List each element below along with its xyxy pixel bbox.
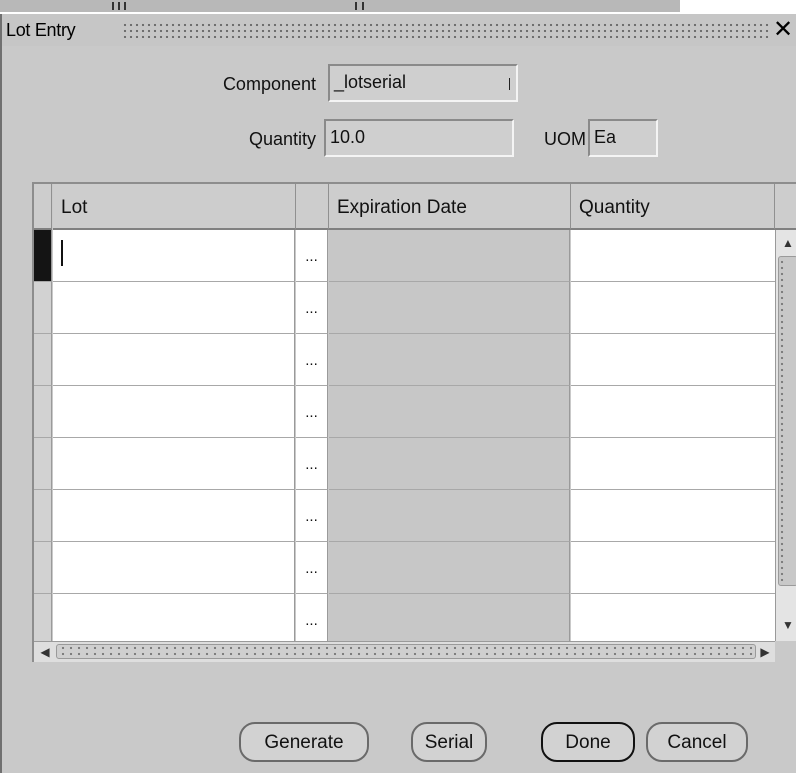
close-icon[interactable]: ✕: [773, 16, 793, 44]
row-selector[interactable]: [34, 490, 52, 542]
lot-cell[interactable]: [53, 438, 295, 490]
lot-cell[interactable]: [53, 334, 295, 386]
background-tick: [355, 2, 357, 10]
component-field[interactable]: _lotserial: [328, 64, 518, 102]
expiration-date-cell: [329, 490, 570, 542]
vertical-scroll-thumb[interactable]: [778, 256, 796, 586]
row-selector[interactable]: [34, 282, 52, 334]
row-selector[interactable]: [34, 386, 52, 438]
generate-button[interactable]: Generate: [239, 722, 369, 762]
vertical-scrollbar[interactable]: ▲ ▼: [775, 230, 796, 641]
quantity-cell[interactable]: [571, 282, 775, 334]
quantity-cell[interactable]: [571, 230, 775, 282]
column-header-lot[interactable]: Lot: [53, 184, 296, 230]
quantity-cell[interactable]: [571, 386, 775, 438]
done-button[interactable]: Done: [541, 722, 635, 762]
expiration-date-cell: [329, 594, 570, 643]
scroll-down-icon[interactable]: ▼: [778, 616, 796, 634]
expiration-date-cell: [329, 542, 570, 594]
title-drag-grip[interactable]: [122, 22, 772, 38]
lot-cell[interactable]: [53, 542, 295, 594]
table-row[interactable]: ...: [34, 438, 796, 490]
expiration-date-cell: [329, 282, 570, 334]
lot-cell[interactable]: [53, 490, 295, 542]
quantity-cell[interactable]: [571, 334, 775, 386]
header-row-selector: [34, 184, 52, 230]
text-cursor: [61, 240, 63, 266]
background-tick: [118, 2, 120, 10]
scroll-up-icon[interactable]: ▲: [778, 234, 796, 252]
row-selector[interactable]: [34, 334, 52, 386]
lot-lov-button[interactable]: ...: [296, 282, 328, 334]
lot-grid: Lot Expiration Date Quantity ...........…: [32, 182, 796, 662]
lot-lov-button[interactable]: ...: [296, 230, 328, 282]
table-row[interactable]: ...: [34, 230, 796, 282]
lot-cell[interactable]: [53, 594, 295, 643]
expiration-date-cell: [329, 438, 570, 490]
horizontal-scroll-thumb[interactable]: [56, 644, 756, 659]
row-selector[interactable]: [34, 438, 52, 490]
lot-lov-button[interactable]: ...: [296, 334, 328, 386]
lot-lov-button[interactable]: ...: [296, 438, 328, 490]
column-header-filler: [775, 184, 796, 230]
row-selector[interactable]: [34, 542, 52, 594]
quantity-field[interactable]: 10.0: [324, 119, 514, 157]
table-row[interactable]: ...: [34, 542, 796, 594]
lot-lov-button[interactable]: ...: [296, 594, 328, 643]
lot-cell[interactable]: [53, 386, 295, 438]
lot-lov-button[interactable]: ...: [296, 542, 328, 594]
lot-lov-button[interactable]: ...: [296, 490, 328, 542]
horizontal-scrollbar[interactable]: ◀ ▶: [34, 641, 775, 662]
scroll-left-icon[interactable]: ◀: [36, 643, 54, 661]
expiration-date-cell: [329, 230, 570, 282]
background-tick: [112, 2, 114, 10]
lot-entry-window: Lot Entry ✕ Component _lotserial Quantit…: [0, 14, 796, 773]
column-header-expiration-date[interactable]: Expiration Date: [329, 184, 571, 230]
table-row[interactable]: ...: [34, 282, 796, 334]
window-title: Lot Entry: [6, 20, 76, 40]
row-selector[interactable]: [34, 230, 52, 282]
expiration-date-cell: [329, 386, 570, 438]
table-row[interactable]: ...: [34, 594, 796, 646]
column-header-lov: [296, 184, 329, 230]
table-row[interactable]: ...: [34, 490, 796, 542]
background-window-strip: [0, 0, 796, 14]
lot-cell[interactable]: [53, 282, 295, 334]
column-header-quantity[interactable]: Quantity: [571, 184, 775, 230]
lot-lov-button[interactable]: ...: [296, 386, 328, 438]
component-label: Component: [222, 74, 316, 94]
table-row[interactable]: ...: [34, 334, 796, 386]
quantity-cell[interactable]: [571, 542, 775, 594]
quantity-cell[interactable]: [571, 490, 775, 542]
row-selector[interactable]: [34, 594, 52, 643]
title-bar[interactable]: Lot Entry ✕: [2, 14, 796, 46]
lot-cell[interactable]: [53, 230, 295, 282]
cancel-button[interactable]: Cancel: [646, 722, 748, 762]
expiration-date-cell: [329, 334, 570, 386]
quantity-label: Quantity: [248, 129, 316, 149]
serial-button[interactable]: Serial: [411, 722, 487, 762]
uom-field[interactable]: Ea: [588, 119, 658, 157]
quantity-cell[interactable]: [571, 594, 775, 643]
uom-label: UOM: [544, 129, 586, 149]
table-row[interactable]: ...: [34, 386, 796, 438]
scroll-right-icon[interactable]: ▶: [756, 643, 774, 661]
quantity-cell[interactable]: [571, 438, 775, 490]
background-tick: [124, 2, 126, 10]
background-window-edge: [0, 0, 680, 12]
background-tick: [362, 2, 364, 10]
